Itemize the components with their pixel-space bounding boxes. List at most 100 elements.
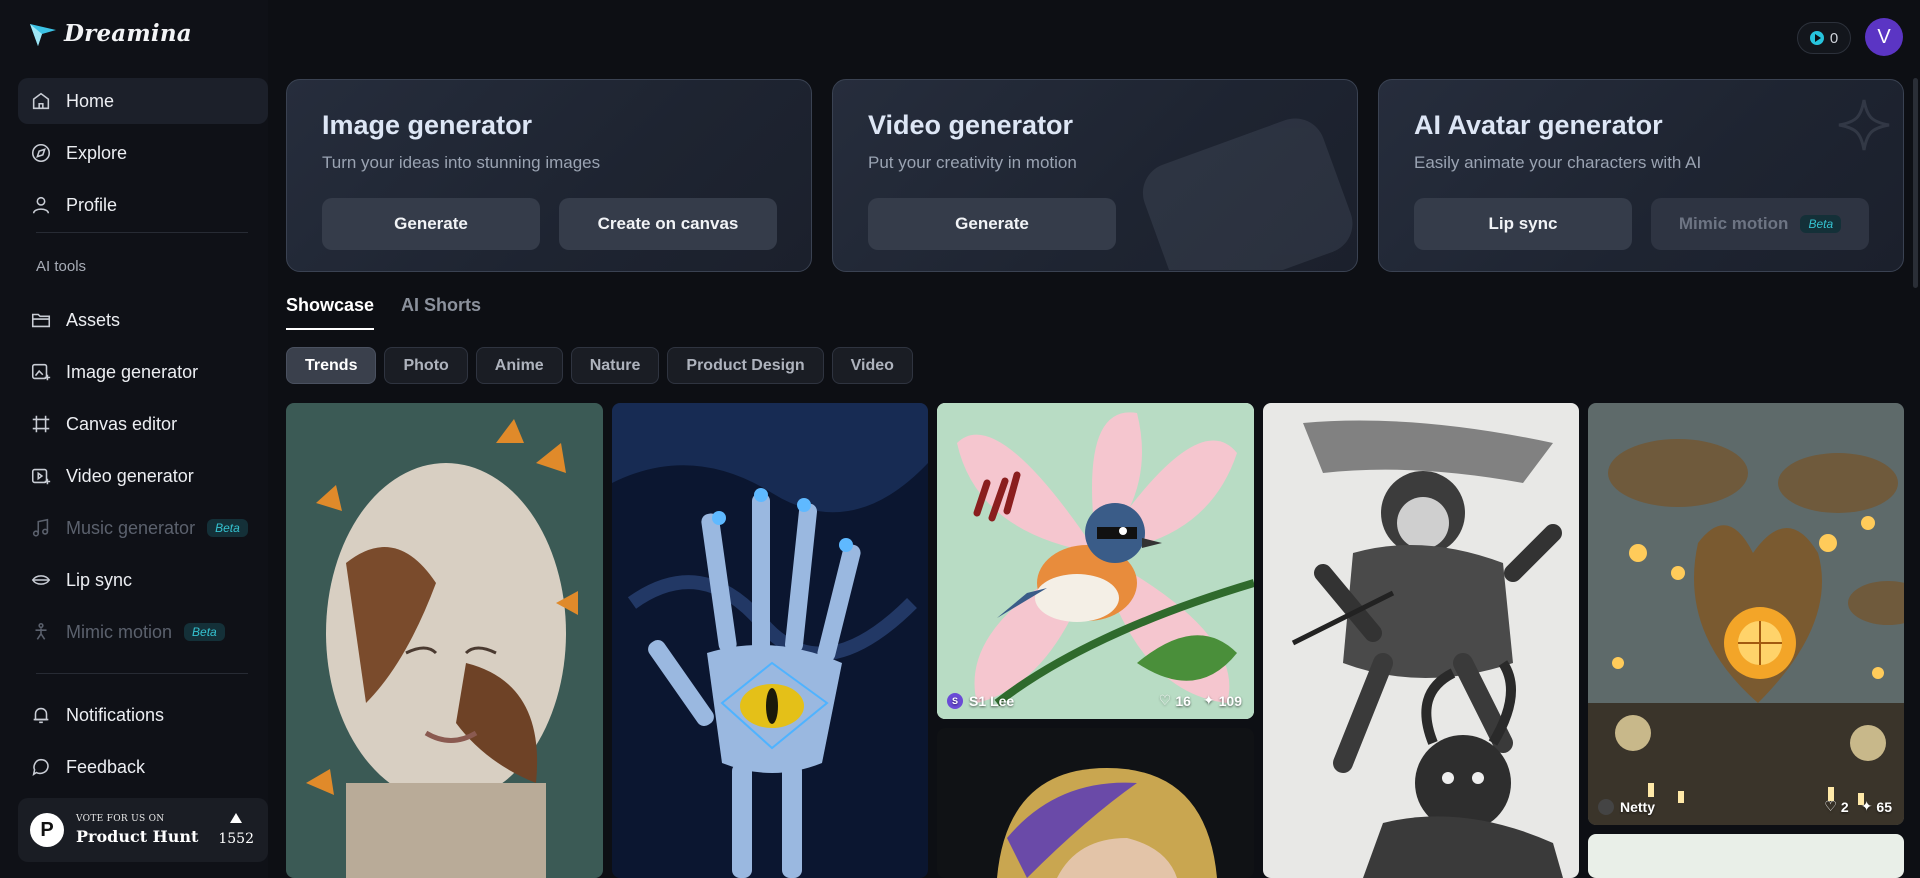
gallery-image bbox=[937, 728, 1254, 878]
image-generator-card[interactable]: Image generator Turn your ideas into stu… bbox=[286, 79, 812, 272]
use-button[interactable]: ✦ 109 bbox=[1203, 692, 1242, 709]
beta-badge: Beta bbox=[184, 623, 225, 641]
tab-ai-shorts[interactable]: AI Shorts bbox=[401, 295, 481, 330]
sidebar-item-label: Music generator bbox=[66, 517, 196, 538]
app-root: Dreamina Home Explore Profile AI tools A… bbox=[0, 0, 1920, 878]
beta-badge: Beta bbox=[1800, 215, 1842, 233]
sidebar-item-label: Mimic motion bbox=[66, 621, 173, 642]
sidebar-item-label: Home bbox=[66, 90, 115, 111]
product-hunt-count: 1552 bbox=[218, 831, 254, 847]
chip-video[interactable]: Video bbox=[831, 347, 913, 384]
home-icon bbox=[30, 90, 52, 112]
content-tabs: Showcase AI Shorts bbox=[286, 295, 481, 330]
gallery-item-meta: Netty ♡ 2 ✦ 65 bbox=[1598, 798, 1892, 815]
compass-icon bbox=[30, 142, 52, 164]
feedback-icon bbox=[30, 756, 52, 778]
scrollbar[interactable] bbox=[1913, 78, 1918, 288]
product-hunt-logo-icon: P bbox=[30, 813, 64, 847]
tools-nav: Assets Image generator Canvas editor Vid… bbox=[18, 297, 268, 661]
brand-logo[interactable]: Dreamina bbox=[28, 18, 192, 48]
card-subtitle: Turn your ideas into stunning images bbox=[322, 153, 601, 172]
sidebar-item-image-generator[interactable]: Image generator bbox=[18, 349, 268, 395]
sidebar-divider bbox=[36, 673, 248, 674]
chip-photo[interactable]: Photo bbox=[384, 347, 468, 384]
sidebar-item-mimic-motion[interactable]: Mimic motion Beta bbox=[18, 609, 268, 655]
mimic-motion-icon bbox=[30, 621, 52, 643]
chip-anime[interactable]: Anime bbox=[475, 347, 563, 384]
tab-showcase[interactable]: Showcase bbox=[286, 295, 375, 330]
dreamina-logo-icon bbox=[30, 24, 56, 46]
gallery-item-skeleton-hand[interactable] bbox=[612, 403, 928, 878]
author-name[interactable]: Netty bbox=[1620, 799, 1655, 815]
video-generate-button[interactable]: Generate bbox=[868, 198, 1116, 250]
sidebar-item-label: Canvas editor bbox=[66, 413, 178, 434]
chip-trends[interactable]: Trends bbox=[286, 347, 377, 384]
gallery-image bbox=[1263, 403, 1579, 878]
like-button[interactable]: ♡ 16 bbox=[1159, 692, 1191, 709]
like-button[interactable]: ♡ 2 bbox=[1824, 798, 1848, 815]
heart-icon: ♡ bbox=[1158, 692, 1172, 708]
brand-name: Dreamina bbox=[64, 19, 192, 47]
gallery-item-monkey-warrior[interactable] bbox=[1263, 403, 1579, 878]
sidebar-item-label: Lip sync bbox=[66, 569, 133, 590]
gallery-item-butterfly-woman[interactable] bbox=[286, 403, 603, 878]
like-count: 2 bbox=[1840, 798, 1849, 815]
sidebar: Dreamina Home Explore Profile AI tools A… bbox=[0, 0, 268, 878]
upvote-arrow-icon bbox=[230, 813, 243, 823]
like-count: 16 bbox=[1175, 692, 1191, 709]
lip-sync-button[interactable]: Lip sync bbox=[1414, 198, 1632, 250]
heart-icon: ♡ bbox=[1824, 798, 1837, 814]
sidebar-item-music-generator[interactable]: Music generator Beta bbox=[18, 505, 268, 551]
gallery-item-meta: S S1 Lee ♡ 16 ✦ 109 bbox=[947, 692, 1242, 709]
use-count: 109 bbox=[1218, 692, 1242, 709]
sparkle-icon: ✦ bbox=[1202, 692, 1215, 708]
sidebar-item-video-generator[interactable]: Video generator bbox=[18, 453, 268, 499]
gallery-item-pearl-girl[interactable] bbox=[937, 728, 1254, 878]
gallery-item-next[interactable] bbox=[1588, 834, 1904, 878]
video-plus-icon bbox=[30, 465, 52, 487]
mimic-motion-button[interactable]: Mimic motion Beta bbox=[1651, 198, 1869, 250]
product-hunt-badge[interactable]: P VOTE FOR US ON Product Hunt 1552 bbox=[18, 798, 268, 862]
sidebar-item-label: Feedback bbox=[66, 756, 146, 777]
sidebar-item-label: Explore bbox=[66, 142, 128, 163]
chip-nature[interactable]: Nature bbox=[570, 347, 660, 384]
create-on-canvas-button[interactable]: Create on canvas bbox=[559, 198, 777, 250]
gallery-item-steampunk-heart[interactable]: Netty ♡ 2 ✦ 65 bbox=[1588, 403, 1904, 825]
bell-icon bbox=[30, 704, 52, 726]
sidebar-item-feedback[interactable]: Feedback bbox=[18, 744, 268, 790]
sidebar-item-explore[interactable]: Explore bbox=[18, 130, 268, 176]
author-avatar bbox=[1598, 798, 1614, 815]
sidebar-item-lip-sync[interactable]: Lip sync bbox=[18, 557, 268, 603]
sidebar-item-label: Assets bbox=[66, 309, 121, 330]
category-chips: Trends Photo Anime Nature Product Design… bbox=[286, 347, 913, 384]
sidebar-item-home[interactable]: Home bbox=[18, 78, 268, 124]
sidebar-item-label: Image generator bbox=[66, 361, 199, 382]
gallery-item-bird-lily[interactable]: S S1 Lee ♡ 16 ✦ 109 bbox=[937, 403, 1254, 719]
beta-badge: Beta bbox=[207, 519, 248, 537]
image-generate-button[interactable]: Generate bbox=[322, 198, 540, 250]
folder-icon bbox=[30, 309, 52, 331]
product-hunt-name: Product Hunt bbox=[76, 827, 199, 846]
sidebar-item-assets[interactable]: Assets bbox=[18, 297, 268, 343]
credit-icon bbox=[1809, 31, 1824, 45]
sidebar-item-label: Video generator bbox=[66, 465, 194, 486]
mimic-motion-label: Mimic motion bbox=[1678, 214, 1789, 233]
credits-count: 0 bbox=[1829, 29, 1839, 47]
sidebar-item-label: Notifications bbox=[66, 704, 165, 725]
use-button[interactable]: ✦ 65 bbox=[1861, 798, 1892, 815]
card-title: AI Avatar generator bbox=[1414, 110, 1663, 140]
main-nav: Home Explore Profile bbox=[18, 78, 268, 234]
video-generator-card[interactable]: Video generator Put your creativity in m… bbox=[832, 79, 1358, 272]
product-hunt-vote-text: VOTE FOR US ON bbox=[76, 814, 165, 824]
sidebar-item-profile[interactable]: Profile bbox=[18, 182, 268, 228]
video-decoration-icon bbox=[1142, 118, 1353, 270]
sidebar-item-notifications[interactable]: Notifications bbox=[18, 692, 268, 738]
avatar[interactable]: V bbox=[1865, 18, 1903, 56]
user-icon bbox=[30, 194, 52, 216]
author-name[interactable]: S1 Lee bbox=[969, 693, 1014, 709]
sidebar-item-canvas-editor[interactable]: Canvas editor bbox=[18, 401, 268, 447]
ai-avatar-generator-card[interactable]: AI Avatar generator Easily animate your … bbox=[1378, 79, 1904, 272]
credits-button[interactable]: 0 bbox=[1797, 22, 1851, 54]
use-count: 65 bbox=[1876, 798, 1892, 815]
chip-product-design[interactable]: Product Design bbox=[667, 347, 824, 384]
